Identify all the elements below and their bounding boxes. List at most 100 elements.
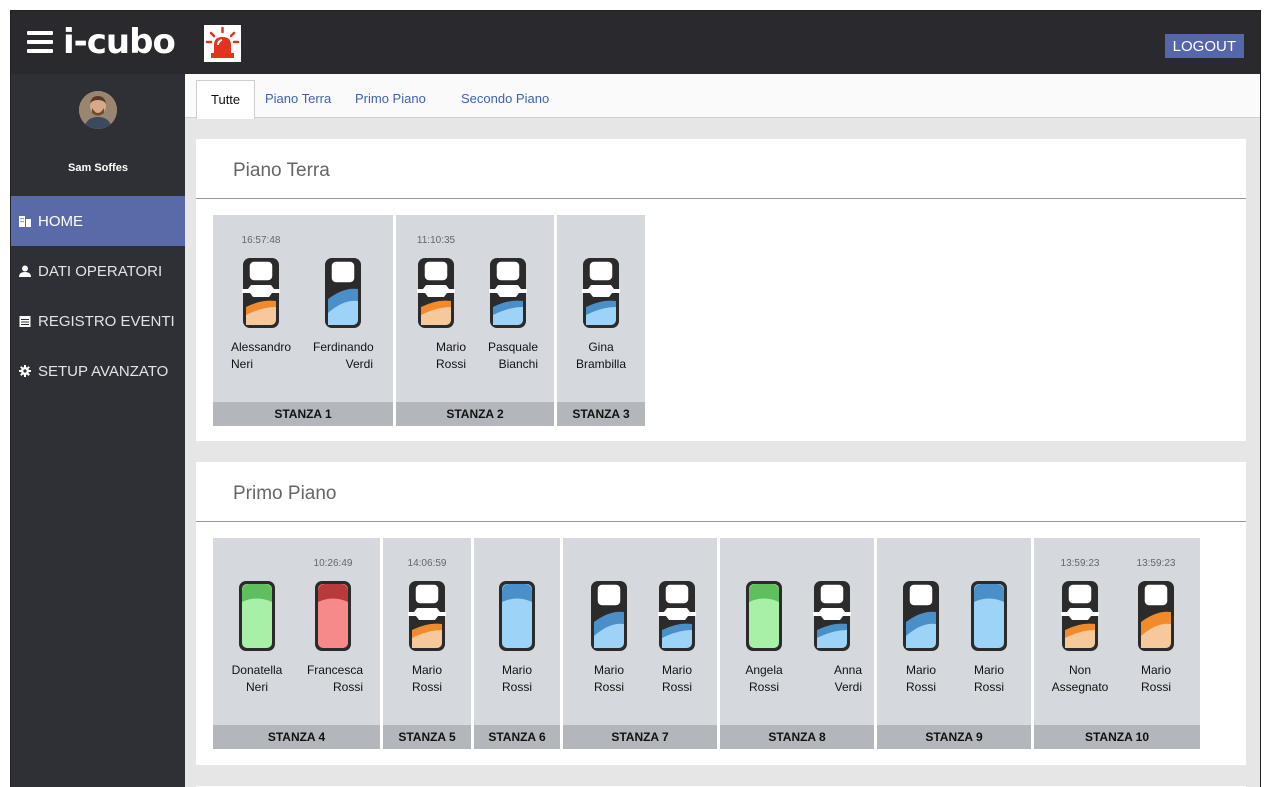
bed-green-icon[interactable]	[238, 580, 276, 652]
patient-last-name: Bianchi	[498, 357, 538, 371]
patient-first-name: Mario	[1140, 663, 1171, 677]
room-label: STANZA 3	[557, 402, 645, 426]
user-icon	[19, 265, 31, 277]
room-card[interactable]: STANZA 7 Mario Rossi Mario Rossi	[563, 538, 717, 749]
bed-slot[interactable]: 13:59:23 Non Assegnato	[1050, 558, 1110, 708]
bed-slot[interactable]: Ferdinando Verdi	[313, 235, 374, 385]
tab-piano-terra[interactable]: Piano Terra	[265, 80, 331, 119]
room-card[interactable]: STANZA 2 11:10:35 Mario Rossi Pasquale Bianch…	[396, 215, 554, 426]
floor-section-piano-terra: Piano Terra STANZA 1 16:57:48 Alessandro Ne…	[196, 139, 1246, 441]
bed-slot[interactable]: 14:06:59 Mario Rossi	[397, 558, 457, 708]
bed-slot[interactable]: Angela Rossi	[734, 558, 794, 708]
patient-last-name: Rossi	[332, 680, 363, 694]
floor-tabs: Tutte Piano Terra Primo Piano Secondo Pi…	[185, 74, 1260, 119]
room-label: STANZA 10	[1034, 725, 1200, 749]
bed-slot[interactable]: 13:59:23 Mario Rossi	[1126, 558, 1186, 708]
building-icon	[19, 216, 31, 227]
patient-name: Mario Rossi	[487, 662, 547, 696]
room-card[interactable]: STANZA 10 13:59:23 Non Assegnato 13:59:23 Mar…	[1034, 538, 1200, 749]
bed-slot[interactable]: 10:26:49 Francesca Rossi	[303, 558, 363, 708]
room-label: STANZA 5	[383, 725, 471, 749]
sidebar-item-registro-eventi[interactable]: REGISTRO EVENTI	[11, 296, 185, 346]
bed-red-icon[interactable]	[314, 580, 352, 652]
bed-blue-icon[interactable]	[582, 257, 620, 329]
patient-name: Pasquale Bianchi	[478, 339, 538, 373]
bed-slot[interactable]: Mario Rossi	[959, 558, 1019, 708]
patient-first-name: Donatella	[231, 663, 283, 677]
floor-title: Primo Piano	[233, 483, 337, 504]
bed-blue-icon[interactable]	[590, 580, 628, 652]
sidebar: Sam Soffes HOME DATI OPERATORI REGISTRO …	[11, 74, 185, 787]
patient-first-name: Pasquale	[487, 340, 538, 354]
alarm-timestamp: 13:59:23	[1060, 558, 1100, 569]
alarm-timestamp: 13:59:23	[1136, 558, 1176, 569]
tab-secondo-piano[interactable]: Secondo Piano	[461, 80, 549, 119]
top-bar: i-cubo LOGOUT	[11, 11, 1260, 74]
bed-blue-icon[interactable]	[902, 580, 940, 652]
bed-blue-icon[interactable]	[498, 580, 536, 652]
patient-first-name: Mario	[905, 663, 936, 677]
patient-first-name: Mario	[661, 663, 692, 677]
patient-name: Mario Rossi	[579, 662, 639, 696]
bed-orange-icon[interactable]	[408, 580, 446, 652]
room-card[interactable]: STANZA 4 Donatella Neri 10:26:49 Francesca Ro…	[213, 538, 380, 749]
bed-orange-icon[interactable]	[1061, 580, 1099, 652]
patient-name: Francesca Rossi	[303, 662, 363, 696]
patient-first-name: Gina	[588, 340, 614, 354]
tab-tutte[interactable]: Tutte	[196, 80, 256, 119]
room-card[interactable]: STANZA 9 Mario Rossi Mario Rossi	[877, 538, 1031, 749]
bed-blue-icon[interactable]	[970, 580, 1008, 652]
patient-last-name: Brambilla	[575, 357, 626, 371]
patient-last-name: Rossi	[593, 680, 624, 694]
tab-primo-piano[interactable]: Primo Piano	[355, 80, 426, 119]
patient-name: Angela Rossi	[734, 662, 794, 696]
bed-slot[interactable]: 11:10:35 Mario Rossi	[406, 235, 466, 385]
avatar[interactable]	[79, 91, 117, 129]
bed-orange-icon[interactable]	[1137, 580, 1175, 652]
room-card[interactable]: STANZA 6 Mario Rossi	[474, 538, 560, 749]
patient-last-name: Rossi	[661, 680, 692, 694]
room-label: STANZA 4	[213, 725, 380, 749]
room-card[interactable]: STANZA 5 14:06:59 Mario Rossi	[383, 538, 471, 749]
patient-first-name: Mario	[593, 663, 624, 677]
patient-last-name: Rossi	[905, 680, 936, 694]
patient-last-name: Verdi	[345, 357, 373, 371]
room-card[interactable]: STANZA 3 Gina Brambilla	[557, 215, 645, 426]
logout-button[interactable]: LOGOUT	[1164, 34, 1244, 58]
bed-blue-icon[interactable]	[324, 257, 362, 329]
bed-slot[interactable]: Mario Rossi	[487, 558, 547, 708]
hamburger-menu-icon[interactable]	[27, 31, 53, 53]
bed-slot[interactable]: Gina Brambilla	[571, 235, 631, 385]
sidebar-item-home[interactable]: HOME	[11, 196, 185, 246]
user-profile: Sam Soffes	[11, 74, 185, 196]
bed-orange-icon[interactable]	[242, 257, 280, 329]
bed-slot[interactable]: Mario Rossi	[579, 558, 639, 708]
patient-first-name: Anna	[833, 663, 862, 677]
sidebar-item-dati-operatori[interactable]: DATI OPERATORI	[11, 246, 185, 296]
patient-first-name: Francesca	[306, 663, 363, 677]
bed-blue-icon[interactable]	[813, 580, 851, 652]
patient-name: Ferdinando Verdi	[313, 339, 374, 373]
bed-slot[interactable]: Anna Verdi	[802, 558, 862, 708]
sidebar-item-setup-avanzato[interactable]: SETUP AVANZATO	[11, 346, 185, 396]
bed-blue-icon[interactable]	[658, 580, 696, 652]
patient-first-name: Ferdinando	[313, 340, 374, 354]
bed-green-icon[interactable]	[745, 580, 783, 652]
app-frame: i-cubo LOGOUT Sam Soffes HOME DATI OPERA…	[10, 10, 1261, 787]
room-label: STANZA 6	[474, 725, 560, 749]
bed-slot[interactable]: Mario Rossi	[891, 558, 951, 708]
room-label: STANZA 2	[396, 402, 554, 426]
bed-slot[interactable]: Mario Rossi	[647, 558, 707, 708]
patient-last-name: Rossi	[748, 680, 779, 694]
room-card[interactable]: STANZA 8 Angela Rossi Anna Verdi	[720, 538, 874, 749]
floor-title: Piano Terra	[233, 160, 330, 181]
bed-blue-icon[interactable]	[489, 257, 527, 329]
patient-name: Gina Brambilla	[571, 339, 631, 373]
bed-orange-icon[interactable]	[417, 257, 455, 329]
bed-slot[interactable]: Pasquale Bianchi	[478, 235, 538, 385]
sidebar-item-label: HOME	[38, 212, 83, 230]
room-card[interactable]: STANZA 1 16:57:48 Alessandro Neri Ferdinando…	[213, 215, 393, 426]
alarm-siren-icon[interactable]	[204, 25, 241, 62]
bed-slot[interactable]: 16:57:48 Alessandro Neri	[231, 235, 291, 385]
bed-slot[interactable]: Donatella Neri	[227, 558, 287, 708]
